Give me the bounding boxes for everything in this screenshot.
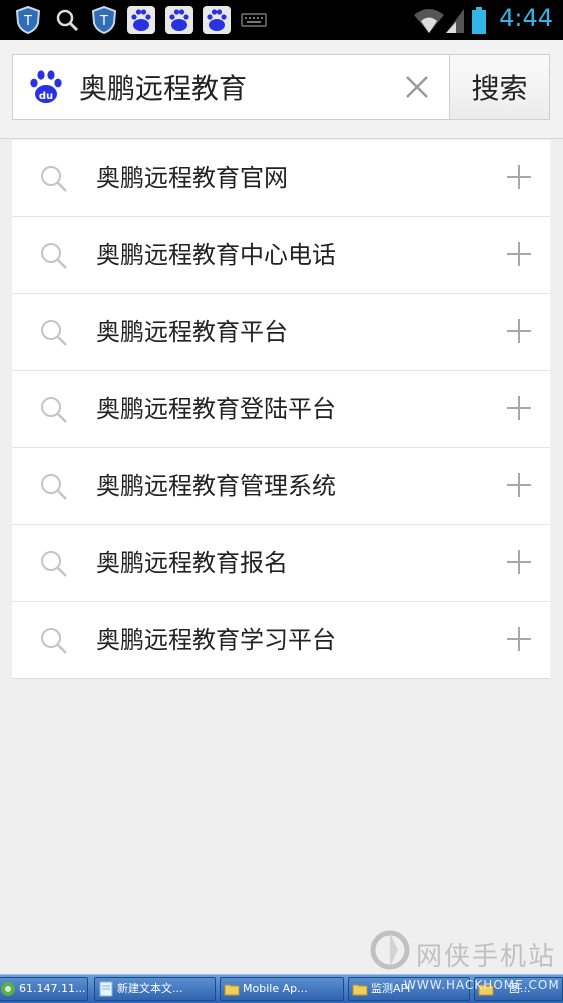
search-icon — [41, 474, 67, 500]
taskbar-item-label: Mobile Ap... — [243, 982, 308, 995]
suggestion-item[interactable]: 奥鹏远程教育平台 — [12, 294, 550, 371]
suggestion-text: 奥鹏远程教育中心电话 — [96, 241, 336, 269]
search-icon — [41, 397, 67, 423]
plus-icon[interactable] — [506, 626, 532, 652]
search-icon — [41, 320, 67, 346]
taskbar-item-label: 新建文本文... — [117, 982, 183, 995]
search-box[interactable]: du — [12, 54, 449, 120]
plus-icon[interactable] — [506, 395, 532, 421]
suggestion-text: 奥鹏远程教育平台 — [96, 318, 288, 346]
plus-icon[interactable] — [506, 549, 532, 575]
search-icon — [41, 243, 67, 269]
suggestion-item[interactable]: 奥鹏远程教育管理系统 — [12, 448, 550, 525]
suggestion-item[interactable]: 奥鹏远程教育登陆平台 — [12, 371, 550, 448]
baidu-app-icon — [203, 6, 231, 34]
watermark-logo-icon — [370, 930, 410, 970]
watermark-text: 网侠手机站 — [416, 942, 557, 972]
search-button[interactable]: 搜索 — [449, 54, 550, 120]
search-icon — [41, 628, 67, 654]
shield-app-icon: T — [91, 5, 117, 35]
status-bar: T T 4:44 — [0, 0, 563, 40]
suggestion-item[interactable]: 奥鹏远程教育报名 — [12, 525, 550, 602]
baidu-app-icon — [127, 6, 155, 34]
suggestion-text: 奥鹏远程教育报名 — [96, 549, 288, 577]
svg-text:T: T — [23, 14, 32, 29]
search-icon — [56, 9, 79, 32]
plus-icon[interactable] — [506, 472, 532, 498]
shield-app-icon: T — [15, 5, 41, 35]
browser-icon — [1, 982, 15, 996]
search-input[interactable] — [79, 65, 379, 109]
folder-icon — [352, 984, 368, 996]
taskbar-item[interactable]: 61.147.11... — [0, 977, 88, 1001]
close-icon[interactable] — [403, 73, 431, 101]
suggestion-item[interactable]: 奥鹏远程教育学习平台 — [12, 602, 550, 679]
plus-icon[interactable] — [506, 164, 532, 190]
suggestion-text: 奥鹏远程教育官网 — [96, 164, 288, 192]
signal-icon — [446, 9, 464, 33]
suggestion-text: 奥鹏远程教育登陆平台 — [96, 395, 336, 423]
text-file-icon — [99, 981, 113, 997]
suggestion-item[interactable]: 奥鹏远程教育中心电话 — [12, 217, 550, 294]
clock-time: 4:44 — [499, 4, 553, 32]
folder-icon — [224, 984, 240, 996]
svg-text:du: du — [39, 91, 53, 102]
plus-icon[interactable] — [506, 241, 532, 267]
search-icon — [41, 551, 67, 577]
baidu-paw-icon: du — [30, 70, 62, 103]
plus-icon[interactable] — [506, 318, 532, 344]
keyboard-icon — [241, 13, 267, 27]
search-bar: du 搜索 — [0, 40, 563, 139]
taskbar-item[interactable]: Mobile Ap... — [220, 977, 344, 1001]
watermark: 网侠手机站 — [368, 928, 558, 976]
suggestion-text: 奥鹏远程教育学习平台 — [96, 626, 336, 654]
battery-icon — [472, 7, 486, 34]
svg-text:T: T — [99, 14, 108, 29]
suggestion-list: 奥鹏远程教育官网 奥鹏远程教育中心电话 奥鹏远程教育平台 奥鹏远程教育登陆平台 … — [12, 140, 550, 679]
wifi-icon — [414, 9, 444, 33]
baidu-app-icon — [165, 6, 193, 34]
watermark-url: WWW.HACKHOME.COM — [404, 978, 560, 992]
suggestion-text: 奥鹏远程教育管理系统 — [96, 472, 336, 500]
suggestion-item[interactable]: 奥鹏远程教育官网 — [12, 140, 550, 217]
taskbar-item-label: 61.147.11... — [19, 982, 86, 995]
search-icon — [41, 166, 67, 192]
taskbar-item[interactable]: 新建文本文... — [94, 977, 216, 1001]
